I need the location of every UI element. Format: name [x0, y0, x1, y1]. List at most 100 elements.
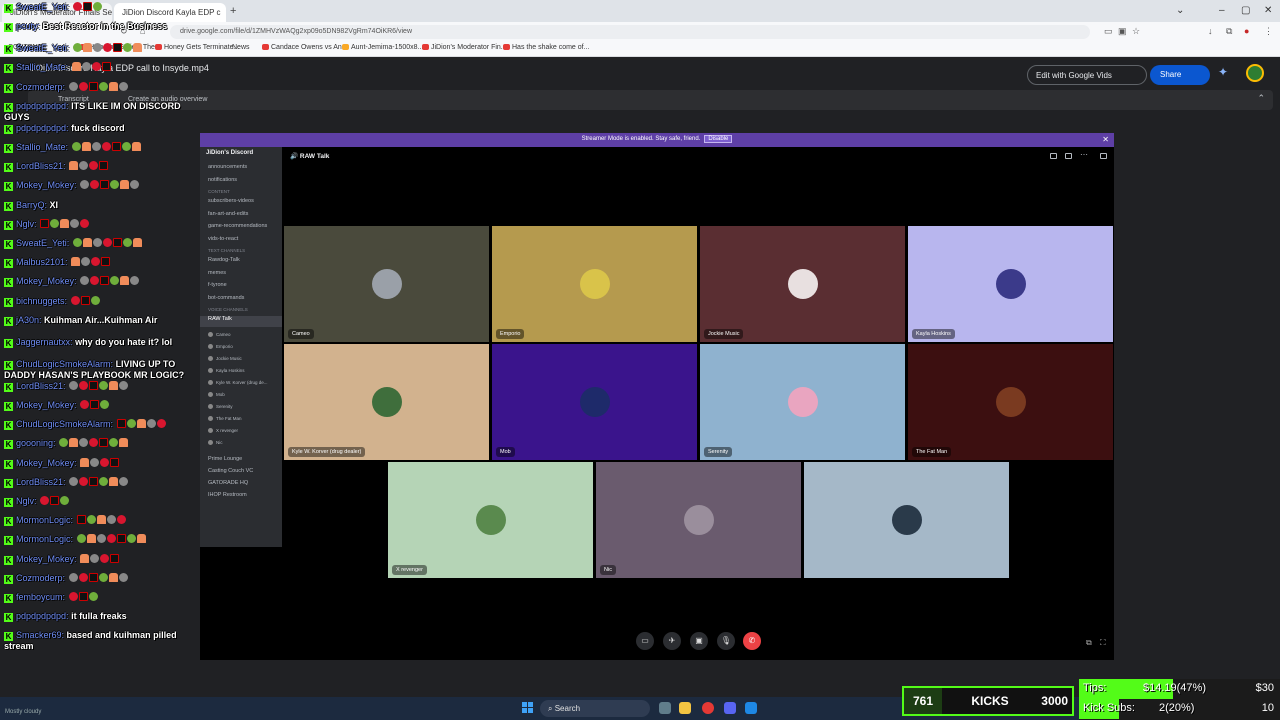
- channel-item[interactable]: f-tyrone: [200, 282, 282, 293]
- more-icon[interactable]: ⋯: [1080, 150, 1088, 159]
- profile-icon[interactable]: ●: [1244, 26, 1249, 36]
- cast-icon[interactable]: ▭: [1104, 26, 1113, 37]
- participant-tile[interactable]: [804, 462, 1009, 578]
- chat-username[interactable]: Mokey_Mokey:: [16, 554, 77, 564]
- video-player[interactable]: Streamer Mode is enabled. Stay safe, fri…: [200, 133, 1114, 660]
- voice-channel-item[interactable]: Casting Couch VC: [200, 468, 282, 479]
- activity-button[interactable]: ✈: [663, 632, 681, 650]
- participant-tile[interactable]: Serenity: [700, 344, 905, 460]
- chat-username[interactable]: MormonLogic:: [16, 515, 73, 525]
- chat-username[interactable]: BarryQ:: [16, 200, 47, 210]
- channel-item[interactable]: memes: [200, 270, 282, 281]
- chat-username[interactable]: Malbus2101:: [16, 257, 68, 267]
- participant-tile[interactable]: Kayla Hoskins: [908, 226, 1113, 342]
- chat-username[interactable]: Smacker69:: [16, 630, 64, 640]
- voice-member[interactable]: The Fat Man: [208, 415, 242, 421]
- maximize-button[interactable]: ▢: [1241, 5, 1250, 16]
- url-input[interactable]: drive.google.com/file/d/1ZMHVzWAQg2xp09o…: [170, 25, 1090, 39]
- chat-username[interactable]: Mokey_Mokey:: [16, 276, 77, 286]
- channel-item[interactable]: RAW Talk: [200, 316, 282, 327]
- edit-with-google-vids-button[interactable]: Edit with Google Vids: [1027, 65, 1147, 85]
- participant-tile[interactable]: Kyle W. Korver (drug dealer): [284, 344, 489, 460]
- screenshot-icon[interactable]: ▣: [1118, 26, 1127, 37]
- channel-item[interactable]: game-recommendations: [200, 223, 282, 234]
- participant-tile[interactable]: Emporio: [492, 226, 697, 342]
- grid-view-icon[interactable]: [1050, 153, 1057, 159]
- file-explorer-icon[interactable]: [679, 702, 691, 714]
- voice-member[interactable]: Emporio: [208, 343, 233, 349]
- chat-username[interactable]: Mokey_Mokey:: [16, 458, 77, 468]
- voice-member[interactable]: Kayla Hoskins: [208, 367, 245, 373]
- participant-tile[interactable]: Cameo: [284, 226, 489, 342]
- chat-username[interactable]: Stallio_Mate:: [16, 142, 68, 152]
- channel-item[interactable]: fan-art-and-edits: [200, 211, 282, 222]
- voice-member[interactable]: X revenger: [208, 427, 238, 433]
- minimize-button[interactable]: –: [1219, 5, 1225, 16]
- app-icon[interactable]: [745, 702, 757, 714]
- chat-username[interactable]: Jaggernautxx:: [16, 337, 73, 347]
- gemini-spark-icon[interactable]: ✦: [1218, 65, 1228, 79]
- windows-start-icon[interactable]: [522, 702, 534, 714]
- bookmark-item[interactable]: Aunt-Jemima-1500x8...: [342, 44, 423, 51]
- chat-username[interactable]: SweatE_Yeti:: [16, 43, 69, 53]
- voice-channel-item[interactable]: Prime Lounge: [200, 456, 282, 467]
- voice-member[interactable]: Jockie Music: [208, 355, 242, 361]
- account-avatar[interactable]: [1246, 64, 1264, 82]
- participant-tile[interactable]: Nic: [596, 462, 801, 578]
- chat-username[interactable]: pdpdpdpdpd:: [16, 611, 69, 621]
- chat-username[interactable]: pdpdpdpdpd:: [16, 101, 69, 111]
- voice-channel-item[interactable]: IHOP Restroom: [200, 492, 282, 503]
- participant-tile[interactable]: Mob: [492, 344, 697, 460]
- participant-tile[interactable]: The Fat Man: [908, 344, 1113, 460]
- participant-tile[interactable]: Jockie Music: [700, 226, 905, 342]
- chat-username[interactable]: LordBliss21:: [16, 381, 66, 391]
- chat-username[interactable]: bichnuggets:: [16, 296, 67, 306]
- disable-streamer-mode-button[interactable]: Disable: [704, 135, 733, 143]
- camera-button[interactable]: ▭: [636, 632, 654, 650]
- channel-item[interactable]: notifications: [200, 177, 282, 188]
- participant-tile[interactable]: X revenger: [388, 462, 593, 578]
- close-icon[interactable]: ✕: [1102, 135, 1109, 144]
- bookmark-item[interactable]: Candace Owens vs An...: [262, 44, 348, 51]
- voice-member[interactable]: Serenity: [208, 403, 233, 409]
- channel-item[interactable]: bot-commands: [200, 295, 282, 306]
- chrome-icon[interactable]: [702, 702, 714, 714]
- chevron-up-icon[interactable]: ⌃: [1257, 93, 1265, 104]
- share-button[interactable]: Share: [1150, 65, 1210, 85]
- chat-username[interactable]: LordBliss21:: [16, 161, 66, 171]
- discord-icon[interactable]: [724, 702, 736, 714]
- task-view-icon[interactable]: [659, 702, 671, 714]
- downloads-icon[interactable]: ↓: [1208, 26, 1213, 36]
- voice-member[interactable]: Kyle W. Korver (drug de...: [208, 379, 268, 385]
- chat-username[interactable]: Cozmoderp:: [16, 573, 65, 583]
- chat-username[interactable]: Mokey_Mokey:: [16, 400, 77, 410]
- server-name[interactable]: JiDion's Discord: [200, 150, 282, 162]
- close-window-button[interactable]: ✕: [1264, 5, 1272, 16]
- chat-username[interactable]: SweatE_Yeti:: [16, 2, 69, 12]
- chat-username[interactable]: jA30n:: [16, 315, 42, 325]
- fullscreen-icon[interactable]: ⛶: [1100, 638, 1106, 648]
- chat-username[interactable]: Nglv:: [16, 219, 37, 229]
- screen-share-button[interactable]: ▣: [690, 632, 708, 650]
- channel-item[interactable]: vids-to-react: [200, 236, 282, 247]
- taskbar-search[interactable]: ⌕ Search: [540, 700, 650, 717]
- voice-channel-item[interactable]: GATORADE HQ: [200, 480, 282, 491]
- microphone-button[interactable]: 🎙: [717, 632, 735, 650]
- chat-username[interactable]: ChudLogicSmokeAlarm:: [16, 419, 113, 429]
- bookmark-item[interactable]: News: [232, 44, 250, 51]
- voice-member[interactable]: Mob: [208, 391, 225, 397]
- leave-call-button[interactable]: ✆: [743, 632, 761, 650]
- chat-username[interactable]: Stallio_Mate:: [16, 62, 68, 72]
- chat-username[interactable]: femboycum:: [16, 592, 65, 602]
- chat-username[interactable]: pdpdpdpdpd:: [16, 123, 69, 133]
- popout-icon[interactable]: ⧉: [1086, 638, 1092, 648]
- chat-username[interactable]: Nglv:: [16, 496, 37, 506]
- channel-item[interactable]: announcements: [200, 164, 282, 175]
- chat-username[interactable]: goooning:: [16, 438, 56, 448]
- channel-item[interactable]: subscribers-videos: [200, 198, 282, 209]
- chat-username[interactable]: Cozmoderp:: [16, 82, 65, 92]
- chat-username[interactable]: SweatE_Yeti:: [16, 238, 69, 248]
- channel-item[interactable]: Rawdog-Talk: [200, 257, 282, 268]
- chat-username[interactable]: MormonLogic:: [16, 534, 73, 544]
- chat-username[interactable]: LordBliss21:: [16, 477, 66, 487]
